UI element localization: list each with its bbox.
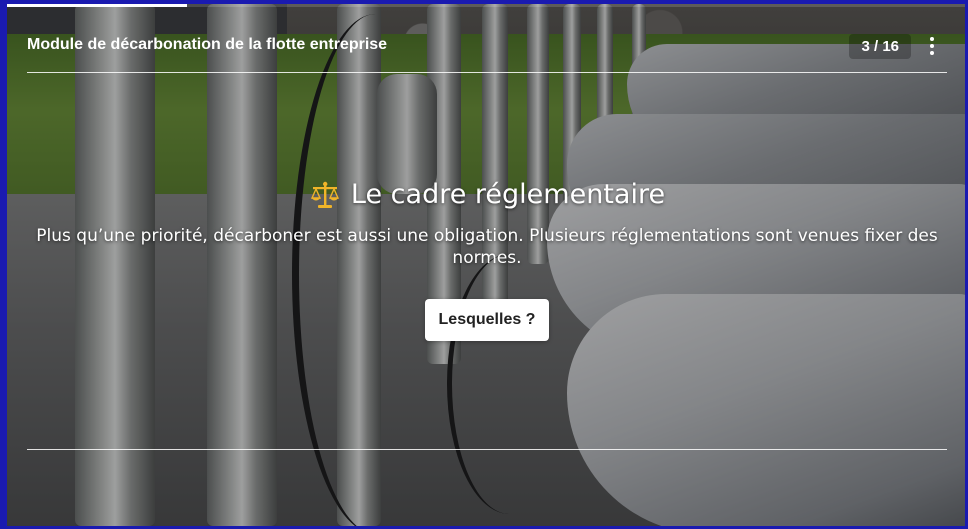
slide-counter: 3 / 16 bbox=[849, 34, 911, 59]
slide-content: Le cadre réglementaire Plus qu’une prior… bbox=[27, 175, 947, 341]
lesquelles-button[interactable]: Lesquelles ? bbox=[424, 299, 550, 341]
progress-bar-fill bbox=[7, 4, 187, 7]
header-divider bbox=[27, 72, 947, 73]
slide-body-text: Plus qu’une priorité, décarboner est aus… bbox=[36, 226, 938, 268]
balance-scale-icon bbox=[310, 181, 339, 208]
slide-header: Module de décarbonation de la flotte ent… bbox=[27, 30, 947, 72]
footer-divider bbox=[27, 449, 947, 450]
progress-bar bbox=[7, 4, 965, 7]
slide-headline: Le cadre réglementaire bbox=[350, 179, 666, 210]
kebab-menu-icon[interactable] bbox=[917, 30, 947, 62]
slide-headline-row: Le cadre réglementaire bbox=[309, 175, 665, 215]
module-title: Module de décarbonation de la flotte ent… bbox=[27, 36, 388, 53]
